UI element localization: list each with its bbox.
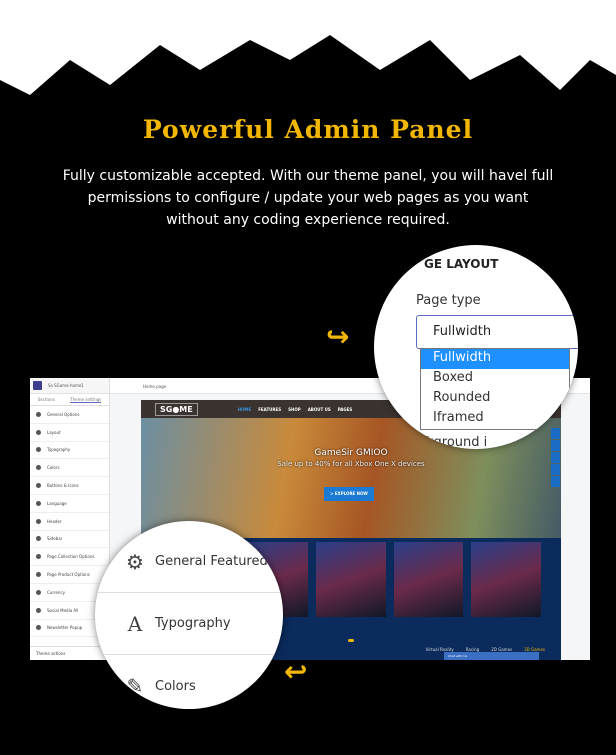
sun-icon[interactable] bbox=[551, 476, 560, 487]
sidebar-item[interactable]: Layout bbox=[30, 424, 109, 442]
search-icon[interactable] bbox=[551, 464, 560, 475]
section-title: GE LAYOUT bbox=[424, 257, 499, 271]
settings-icon bbox=[36, 465, 41, 471]
settings-icon bbox=[36, 429, 41, 435]
settings-icon bbox=[36, 589, 41, 595]
page-type-label: Page type bbox=[416, 293, 481, 308]
option-fullwidth[interactable]: Fullwidth bbox=[421, 349, 569, 369]
tab-theme-settings[interactable]: Theme settings bbox=[70, 397, 102, 403]
magnifier-page-layout: GE LAYOUT Page type Fullwidth Fullwidth … bbox=[374, 245, 578, 449]
menu-home[interactable]: HOME bbox=[238, 407, 251, 412]
settings-icon bbox=[36, 500, 41, 506]
sidebar-item-general[interactable]: ⚙ General Featured bbox=[95, 531, 283, 593]
menu-pages[interactable]: PAGES bbox=[338, 407, 353, 412]
option-rounded[interactable]: Rounded bbox=[421, 389, 569, 409]
menu-shop[interactable]: SHOP bbox=[288, 407, 301, 412]
arrow-icon: ↪ bbox=[326, 320, 350, 353]
shopify-logo-icon bbox=[33, 381, 42, 390]
menu-about[interactable]: ABOUT US bbox=[308, 407, 331, 412]
game-card[interactable] bbox=[316, 542, 386, 617]
page-type-select[interactable]: Fullwidth bbox=[416, 315, 578, 349]
settings-icon bbox=[36, 483, 41, 489]
game-card[interactable] bbox=[393, 542, 464, 617]
explore-button[interactable]: > EXPLORE NOW bbox=[324, 487, 374, 501]
settings-icon bbox=[36, 411, 41, 417]
hero-title: GameSir GMIOO bbox=[314, 448, 388, 458]
settings-icon bbox=[36, 518, 41, 524]
settings-icon bbox=[36, 554, 41, 560]
option-boxed[interactable]: Boxed bbox=[421, 369, 569, 389]
sidebar-item[interactable]: Buttons & Icons bbox=[30, 477, 109, 495]
user-icon[interactable] bbox=[551, 452, 560, 463]
sidebar-item[interactable]: Typography bbox=[30, 442, 109, 460]
settings-icon bbox=[36, 625, 41, 631]
tab-sections[interactable]: Sections bbox=[38, 397, 55, 402]
menu-features[interactable]: FEATURES bbox=[258, 407, 281, 412]
page-type-options: Fullwidth Boxed Rounded Iframed bbox=[420, 348, 570, 430]
store-name: Ss-SGame-home1 bbox=[48, 383, 84, 388]
cart-icon[interactable] bbox=[551, 440, 560, 451]
arrow-icon: ↩ bbox=[284, 655, 308, 688]
description: Fully customizable accepted. With our th… bbox=[62, 168, 554, 228]
typography-icon: A bbox=[127, 611, 143, 636]
brush-stroke-header bbox=[0, 0, 616, 95]
preview-toolbar bbox=[551, 428, 560, 488]
page-heading: Powerful Admin Panel bbox=[142, 115, 474, 144]
cut-text: kground i bbox=[426, 435, 488, 449]
gear-icon: ⚙ bbox=[126, 549, 144, 574]
settings-icon bbox=[36, 607, 41, 613]
colors-icon: ✎ bbox=[126, 674, 144, 698]
sidebar-item[interactable]: General Options bbox=[30, 406, 109, 424]
chat-widget[interactable]: Chat with Us bbox=[444, 652, 539, 660]
sidebar-item[interactable]: Language bbox=[30, 495, 109, 513]
sidebar-item-typography[interactable]: A Typography bbox=[95, 593, 283, 655]
sidebar-item[interactable]: Header bbox=[30, 513, 109, 531]
settings-icon bbox=[36, 572, 41, 578]
hero-subtitle: Sale up to 40% for all Xbox One X device… bbox=[277, 460, 425, 468]
magnifier-sidebar: ⚙ General Featured A Typography ✎ Colors bbox=[95, 521, 283, 709]
sidebar-item[interactable]: Colors bbox=[30, 459, 109, 478]
option-iframed[interactable]: Iframed bbox=[421, 409, 569, 429]
game-card[interactable] bbox=[471, 542, 541, 617]
store-logo: SG●ME bbox=[155, 402, 198, 416]
settings-icon bbox=[36, 447, 41, 453]
sidebar-item-colors[interactable]: ✎ Colors bbox=[95, 655, 283, 709]
settings-icon bbox=[36, 536, 41, 542]
